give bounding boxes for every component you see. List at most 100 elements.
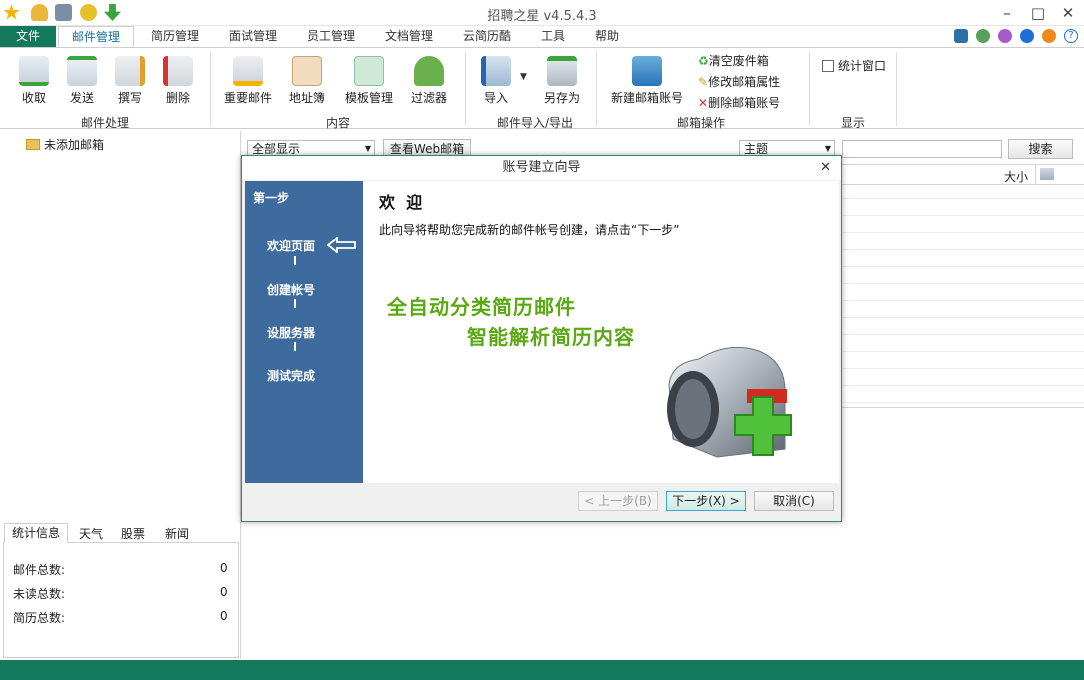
compose-label: 撰写 [117,91,142,105]
ribbon-separator [896,52,897,126]
ribbon-separator [465,52,466,126]
save-as-label: 另存为 [543,91,580,105]
tab-cloud[interactable]: 云简历酷 [452,26,522,48]
tab-mail[interactable]: 邮件管理 [58,26,134,48]
import-button[interactable]: 导入 [478,56,514,106]
mail-list[interactable]: 大小 [842,164,1084,408]
recycle-icon: ♻ [698,54,709,68]
receive-label: 收取 [21,91,46,105]
status-bar [0,660,1084,680]
tab-weather[interactable]: 天气 [79,525,103,542]
new-mailbox-button[interactable]: 新建邮箱账号 [608,56,686,106]
group-label-mail: 邮件处理 [80,116,129,130]
step-server: 设服务器 [267,326,316,340]
stat-value: 0 [220,561,228,575]
tab-stats[interactable]: 统计信息 [4,523,68,543]
mail-list-header: 大小 [842,165,1084,185]
mailbox-icon [632,56,662,86]
wizard-description: 此向导将帮助您完成新的邮件帐号创建，请点击“下一步” [379,223,680,237]
save-as-button[interactable]: 另存为 [542,56,582,106]
stat-label: 简历总数: [13,611,66,625]
ribbon-separator [809,52,810,126]
send-label: 发送 [69,91,94,105]
search-input[interactable] [842,140,1002,158]
skin-icon[interactable] [1020,29,1034,43]
filter-select-value: 全部显示 [252,142,301,156]
send-button[interactable]: 发送 [64,56,100,106]
tree-item-no-mailbox[interactable]: 未添加邮箱 [26,136,104,153]
import-label: 导入 [483,91,508,105]
wizard-content: 欢 迎 此向导将帮助您完成新的邮件帐号创建，请点击“下一步” 全自动分类简历邮件… [363,181,839,483]
compose-icon [115,56,145,86]
close-window-button[interactable]: ✕ [1055,2,1081,24]
delete-mailbox-action[interactable]: ✕删除邮箱账号 [698,94,780,111]
folder-icon [26,139,40,150]
stat-tabs: 统计信息 天气 股票 新闻 [3,521,239,543]
step-connector [294,256,296,265]
window-title: 招聘之星 v4.5.4.3 [487,9,597,24]
send-icon [67,56,97,86]
tab-news[interactable]: 新闻 [165,525,189,542]
skin-icon[interactable] [954,29,968,43]
stats-window-checkbox[interactable]: 统计窗口 [822,57,886,74]
size-column-header[interactable]: 大小 [1004,168,1028,185]
edit-mailbox-action[interactable]: ✎修改邮箱属性 [698,73,780,90]
tab-interview[interactable]: 面试管理 [218,26,288,48]
stat-label: 未读总数: [13,587,66,601]
delete-button[interactable]: 删除 [160,56,196,106]
tab-file[interactable]: 文件 [0,26,56,48]
prev-button[interactable]: < 上一步(B) [578,491,658,511]
group-label-mailbox: 邮箱操作 [676,116,725,130]
tab-tools[interactable]: 工具 [530,26,576,48]
important-mail-label: 重要邮件 [223,91,272,105]
filter-button[interactable]: 过滤器 [408,56,450,106]
help-icon[interactable]: ? [1064,29,1078,43]
address-book-label: 地址簿 [288,91,325,105]
stat-value: 0 [220,609,228,623]
skin-icon[interactable] [998,29,1012,43]
column-divider [1035,165,1036,185]
filter-icon [414,56,444,86]
skin-icon[interactable] [1042,29,1056,43]
welcome-heading: 欢 迎 [379,193,423,212]
import-dropdown-icon[interactable]: ▼ [520,72,527,82]
promo-line-2: 智能解析简历内容 [467,325,635,349]
stats-panel: 邮件总数: 0 未读总数: 0 简历总数: 0 [3,543,239,658]
tab-docs[interactable]: 文档管理 [374,26,444,48]
tab-stocks[interactable]: 股票 [121,525,145,542]
receive-button[interactable]: 收取 [16,56,52,106]
search-button[interactable]: 搜索 [1008,139,1073,159]
ribbon-separator [596,52,597,126]
step-create-account: 创建帐号 [267,283,316,297]
dialog-title: 账号建立向导 [502,160,581,175]
account-wizard-dialog: 账号建立向导 ✕ 第一步 欢迎页面 创建帐号 设服务器 测试完成 欢 迎 此向导… [241,155,842,522]
tab-employee[interactable]: 员工管理 [296,26,366,48]
cancel-button[interactable]: 取消(C) [754,491,834,511]
template-label: 模板管理 [344,91,393,105]
address-book-button[interactable]: 地址簿 [286,56,328,106]
template-button[interactable]: 模板管理 [342,56,396,106]
skin-icon[interactable] [976,29,990,43]
tab-help[interactable]: 帮助 [584,26,630,48]
dialog-close-icon[interactable]: ✕ [820,156,831,180]
edit-mailbox-label: 修改邮箱属性 [708,75,781,89]
next-button[interactable]: 下一步(X) > [666,491,746,511]
minimize-button[interactable]: – [994,2,1020,24]
important-mail-button[interactable]: 重要邮件 [222,56,274,106]
delete-icon [163,56,193,86]
empty-trash-action[interactable]: ♻清空废件箱 [698,52,769,69]
x-icon: ✕ [698,96,709,110]
new-mailbox-label: 新建邮箱账号 [610,91,683,105]
column-chooser-icon[interactable] [1040,168,1054,180]
maximize-button[interactable]: □ [1025,2,1051,24]
step-test: 测试完成 [267,369,316,383]
delete-mailbox-label: 删除邮箱账号 [708,96,781,110]
tab-resume[interactable]: 简历管理 [140,26,210,48]
mailbox-add-icon [667,346,792,458]
dialog-title-bar: 账号建立向导 ✕ [242,156,841,180]
ribbon-separator [210,52,211,126]
stat-value: 0 [220,585,228,599]
compose-button[interactable]: 撰写 [112,56,148,106]
checkbox-box [822,60,834,72]
step-welcome: 欢迎页面 [267,239,316,253]
